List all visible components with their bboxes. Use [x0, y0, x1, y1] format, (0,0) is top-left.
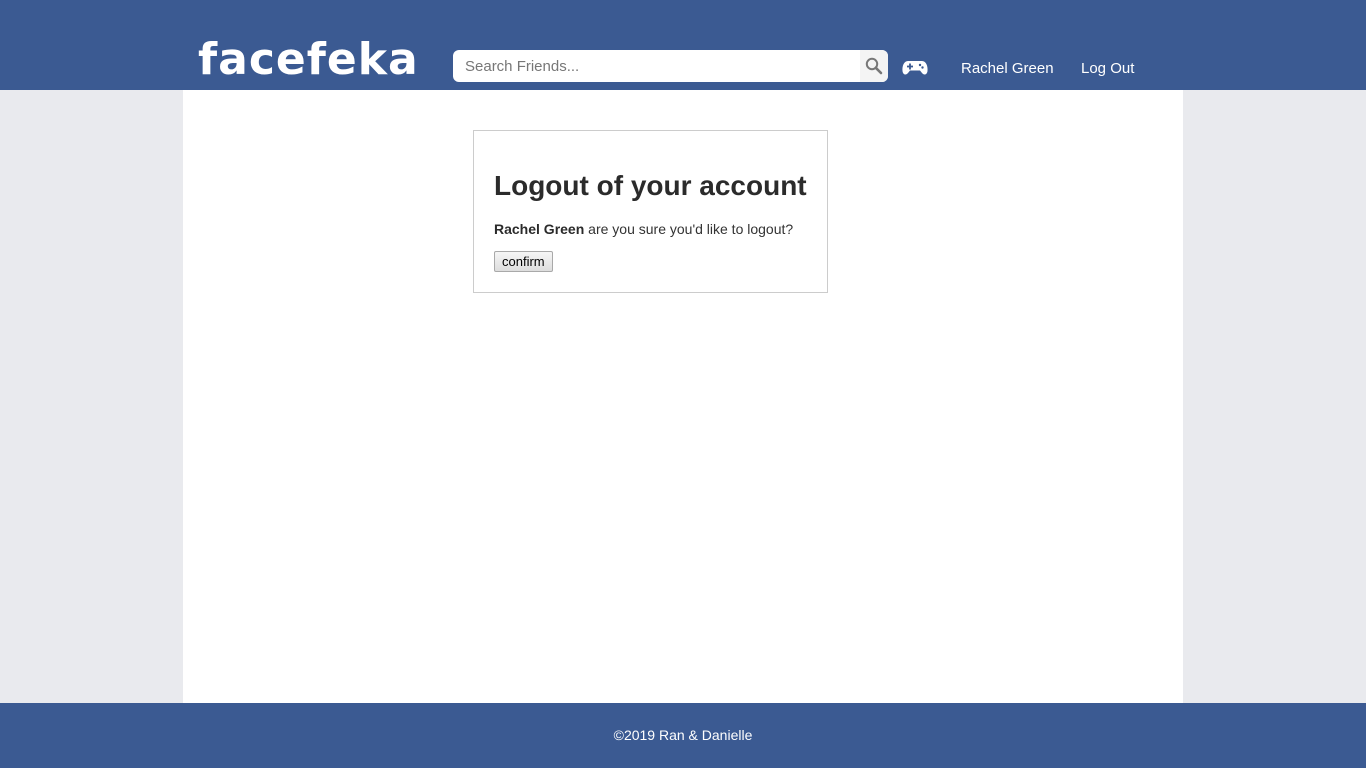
logout-card: Logout of your account Rachel Green are …: [473, 130, 828, 293]
footer-copyright: ©2019 Ran & Danielle: [613, 727, 753, 743]
footer: ©2019 Ran & Danielle: [0, 703, 1366, 768]
search-bar: [453, 50, 888, 82]
nav-logout-link[interactable]: Log Out: [1081, 60, 1134, 78]
search-input[interactable]: [453, 50, 859, 82]
logout-user-name: Rachel Green: [494, 221, 585, 237]
site-logo[interactable]: facefeka: [198, 30, 419, 90]
top-navbar: facefeka Rachel Green Log Out: [0, 0, 1366, 90]
confirm-button[interactable]: confirm: [494, 251, 553, 272]
gamepad-icon[interactable]: [902, 57, 928, 77]
search-button[interactable]: [860, 50, 888, 82]
logout-message: Rachel Green are you sure you'd like to …: [494, 221, 793, 237]
logout-title: Logout of your account: [494, 170, 807, 201]
main-content: Logout of your account Rachel Green are …: [183, 90, 1183, 703]
nav-user-profile-link[interactable]: Rachel Green: [961, 60, 1054, 78]
logout-question-text: are you sure you'd like to logout?: [584, 221, 794, 237]
search-icon: [865, 57, 883, 75]
